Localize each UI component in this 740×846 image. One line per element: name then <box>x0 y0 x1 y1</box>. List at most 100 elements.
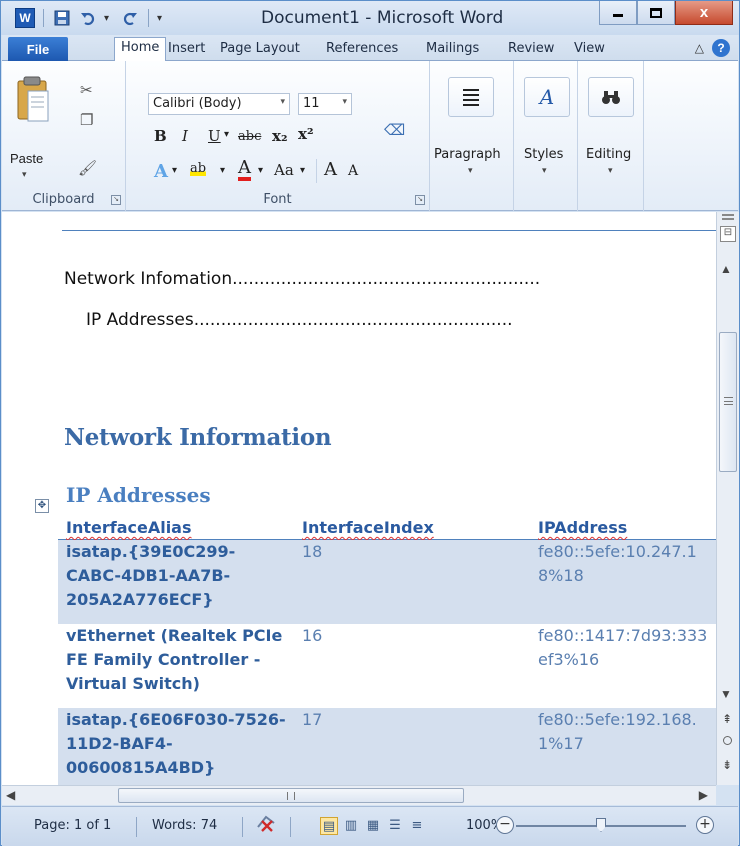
help-icon[interactable]: ? <box>712 39 730 57</box>
font-launcher-icon[interactable]: ↘ <box>415 195 425 205</box>
styles-label[interactable]: Styles <box>524 147 563 162</box>
editing-dropdown-icon[interactable]: ▾ <box>608 165 613 176</box>
highlight-icon[interactable]: ab <box>190 161 207 176</box>
styles-icon[interactable]: A <box>524 77 570 117</box>
tab-review[interactable]: Review <box>502 39 560 58</box>
font-color-dropdown-icon[interactable]: ▾ <box>258 165 263 176</box>
print-layout-icon[interactable]: ▤ <box>320 817 338 835</box>
document-page[interactable]: Network Infomation......................… <box>2 212 716 785</box>
word-app-icon[interactable]: W <box>15 8 35 28</box>
toc-leader-dots: ........................................… <box>193 310 513 330</box>
underline-dropdown-icon[interactable]: ▾ <box>224 129 229 140</box>
underline-button[interactable]: U <box>208 127 221 145</box>
maximize-button[interactable] <box>637 1 675 25</box>
paste-icon[interactable] <box>16 75 50 122</box>
heading-2: IP Addresses <box>66 483 211 507</box>
minimize-ribbon-icon[interactable]: △ <box>695 41 704 55</box>
toc-entry-level2[interactable]: IP Addresses............................… <box>86 310 513 330</box>
scroll-right-arrow-icon[interactable]: ▶ <box>699 788 708 802</box>
paragraph-icon <box>463 89 479 106</box>
paragraph-group: Paragraph ▾ <box>430 61 514 211</box>
tab-page-layout[interactable]: Page Layout <box>214 39 306 58</box>
paste-button-label[interactable]: Paste <box>10 151 43 166</box>
toc-entry-level1[interactable]: Network Infomation......................… <box>64 269 540 289</box>
table-header-cell: IPAddress <box>538 518 628 537</box>
split-handle-icon[interactable] <box>722 214 734 220</box>
editing-group: Editing ▾ <box>578 61 644 211</box>
copy-icon[interactable]: ❐ <box>80 111 93 129</box>
font-name-dropdown-icon[interactable]: ▾ <box>280 97 285 107</box>
font-size-dropdown-icon[interactable]: ▾ <box>342 97 347 107</box>
font-name-combo[interactable]: Calibri (Body) ▾ <box>148 93 290 115</box>
page-count[interactable]: Page: 1 of 1 <box>34 818 111 833</box>
zoom-slider-thumb[interactable] <box>596 818 606 832</box>
undo-dropdown-icon[interactable]: ▾ <box>104 13 114 24</box>
qat-separator <box>43 9 44 27</box>
status-separator <box>290 817 291 837</box>
clear-formatting-icon[interactable]: ⌫ <box>384 121 405 139</box>
tab-insert[interactable]: Insert <box>162 39 211 58</box>
vertical-scrollbar[interactable]: ⊟ ▲ ▼ ⇞ ⇟ <box>716 212 739 785</box>
next-page-icon[interactable]: ⇟ <box>722 758 732 772</box>
vertical-scroll-thumb[interactable] <box>719 332 737 472</box>
text-effects-icon[interactable]: A <box>154 161 168 182</box>
undo-icon[interactable] <box>78 8 98 28</box>
previous-page-icon[interactable]: ⇞ <box>722 712 732 726</box>
customize-dropdown-icon[interactable]: ▾ <box>157 13 167 24</box>
title-bar: W ▾ ▾ Document1 - Microsoft Word x <box>1 1 739 35</box>
italic-button[interactable]: I <box>182 127 188 145</box>
cut-icon[interactable]: ✂ <box>80 81 93 99</box>
tab-view[interactable]: View <box>568 39 611 58</box>
editing-label[interactable]: Editing <box>586 147 631 162</box>
table-cell-ip: fe80::5efe:10.247.1 8%18 <box>538 542 697 585</box>
highlight-dropdown-icon[interactable]: ▾ <box>220 165 225 176</box>
paragraph-button[interactable] <box>448 77 494 117</box>
change-case-dropdown-icon[interactable]: ▾ <box>300 165 305 176</box>
toc-entry-text: IP Addresses <box>86 310 194 330</box>
subscript-button[interactable]: x₂ <box>272 127 288 145</box>
redo-icon[interactable] <box>120 8 140 28</box>
binoculars-icon[interactable] <box>588 77 634 117</box>
zoom-out-button[interactable]: − <box>496 816 514 834</box>
bold-button[interactable]: B <box>154 127 167 145</box>
tab-references[interactable]: References <box>320 39 404 58</box>
status-separator <box>242 817 243 837</box>
clipboard-launcher-icon[interactable]: ↘ <box>111 195 121 205</box>
paragraph-dropdown-icon[interactable]: ▾ <box>468 165 473 176</box>
font-color-button[interactable]: A <box>238 159 251 181</box>
scroll-left-arrow-icon[interactable]: ◀ <box>6 788 15 802</box>
font-size-combo[interactable]: 11 ▾ <box>298 93 352 115</box>
full-screen-reading-icon[interactable]: ▥ <box>342 817 360 835</box>
scroll-up-arrow-icon[interactable]: ▲ <box>720 262 732 276</box>
save-icon[interactable] <box>52 8 72 28</box>
strikethrough-button[interactable]: abc <box>238 129 261 144</box>
table-move-handle-icon[interactable]: ✥ <box>35 499 49 513</box>
scroll-down-arrow-icon[interactable]: ▼ <box>720 687 732 701</box>
horizontal-scrollbar[interactable]: ◀ ▶ <box>2 785 716 805</box>
table-cell-alias: isatap.{6E06F030-7526- 11D2-BAF4- 006008… <box>66 710 286 777</box>
horizontal-scroll-thumb[interactable] <box>118 788 464 803</box>
tab-file[interactable]: File <box>8 37 68 61</box>
status-bar: Page: 1 of 1 Words: 74 ▤ ▥ ▦ ☰ ≡ 100% − … <box>2 806 738 846</box>
tab-home[interactable]: Home <box>114 37 167 62</box>
shrink-font-button[interactable]: A <box>348 163 358 179</box>
tab-mailings[interactable]: Mailings <box>420 39 485 58</box>
outline-icon[interactable]: ☰ <box>386 817 404 835</box>
superscript-button[interactable]: x² <box>298 125 314 143</box>
zoom-in-button[interactable]: + <box>696 816 714 834</box>
select-browse-object-icon[interactable] <box>723 736 732 745</box>
proofing-icon[interactable] <box>256 813 278 837</box>
word-count[interactable]: Words: 74 <box>152 818 217 833</box>
styles-dropdown-icon[interactable]: ▾ <box>542 165 547 176</box>
close-button[interactable]: x <box>675 1 733 25</box>
minimize-button[interactable] <box>599 1 637 25</box>
paste-dropdown-icon[interactable]: ▾ <box>22 169 27 180</box>
text-effects-dropdown-icon[interactable]: ▾ <box>172 165 177 176</box>
draft-icon[interactable]: ≡ <box>408 817 426 835</box>
grow-font-button[interactable]: A <box>324 159 337 180</box>
paragraph-label[interactable]: Paragraph <box>434 147 501 162</box>
change-case-button[interactable]: Aa <box>274 161 294 179</box>
view-ruler-icon[interactable]: ⊟ <box>720 226 736 242</box>
web-layout-icon[interactable]: ▦ <box>364 817 382 835</box>
format-painter-icon[interactable]: 🖌 <box>78 159 97 177</box>
